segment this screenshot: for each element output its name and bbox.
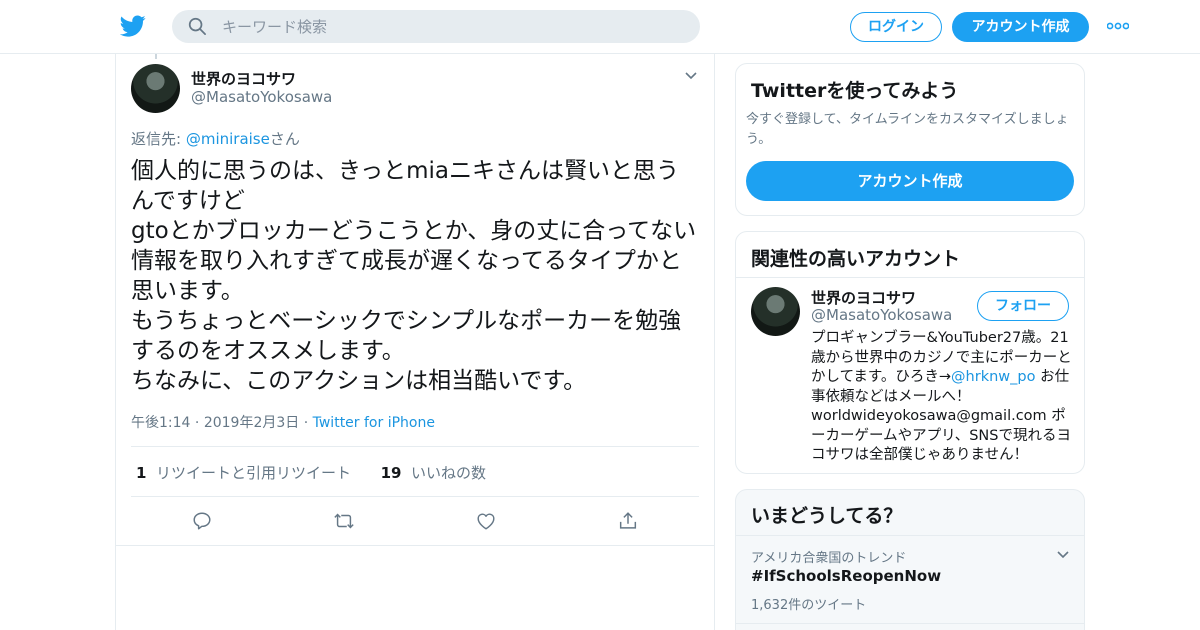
tweet-text: 個人的に思うのは、きっとmiaニキさんは賢いと思うんですけど gtoとかブロッカ… [131, 158, 697, 394]
avatar[interactable] [751, 287, 800, 336]
account-bio: プロギャンブラー&YouTuber27歳。21歳から世界中のカジノで主にポーカー… [811, 329, 1076, 466]
tweet-stats: 1 リツイートと引用リツイート 19 いいねの数 [136, 462, 486, 483]
chevron-down-icon[interactable] [1056, 550, 1070, 560]
like-stat-label: いいねの数 [410, 464, 486, 482]
reply-prefix: 返信先: [131, 130, 186, 148]
tweet-source-link[interactable]: Twitter for iPhone [313, 415, 435, 431]
tweet-timestamp: 午後1:14 · 2019年2月3日 · Twitter for iPhone [131, 412, 435, 432]
permalink-tweet: 世界のヨコサワ @MasatoYokosawa 返信先: @miniraiseさ… [116, 54, 714, 546]
like-icon[interactable] [475, 510, 497, 532]
divider [736, 535, 1084, 536]
share-icon[interactable] [617, 510, 639, 532]
related-card-title: 関連性の高いアカウント [751, 248, 961, 270]
signup-prompt-card: Twitterを使ってみよう 今すぐ登録して、タイムラインをカスタマイズしましょ… [735, 63, 1085, 216]
retweet-stat-label: リツイートと引用リツイート [155, 464, 351, 482]
trend-tweet-count: 1,632件のツイート [751, 598, 867, 613]
signup-card-title: Twitterを使ってみよう [751, 80, 959, 102]
bio-mention-link[interactable]: @hrknw_po [951, 369, 1035, 385]
top-bar: ログイン アカウント作成 [0, 0, 1200, 54]
like-count: 19 [380, 464, 402, 482]
search-input[interactable] [222, 10, 682, 43]
author-name[interactable]: 世界のヨコサワ [191, 68, 296, 89]
trend-context: アメリカ合衆国のトレンド [751, 551, 907, 566]
twitter-bird-icon[interactable] [120, 13, 146, 39]
trend-item[interactable]: #IfSchoolsReopenNow [751, 567, 941, 585]
related-accounts-card: 関連性の高いアカウント 世界のヨコサワ @MasatoYokosawa フォロー… [735, 231, 1085, 474]
signup-card-description: 今すぐ登録して、タイムラインをカスタマイズしましょう。 [746, 112, 1069, 147]
reply-mention-link[interactable]: @miniraise [186, 130, 270, 148]
trends-card-title: いまどうしてる？ [751, 505, 903, 527]
more-options-icon[interactable] [1107, 22, 1129, 30]
retweet-count: 1 [136, 464, 147, 482]
reply-icon[interactable] [191, 510, 213, 532]
tweet-date[interactable]: 2019年2月3日 [204, 415, 299, 431]
divider [131, 446, 699, 447]
search-icon [188, 17, 206, 35]
signup-button[interactable]: アカウント作成 [952, 12, 1089, 42]
account-handle[interactable]: @MasatoYokosawa [811, 306, 952, 324]
tweet-time[interactable]: 午後1:14 [131, 415, 190, 431]
reply-suffix: さん [269, 130, 300, 148]
retweet-stat[interactable]: 1 リツイートと引用リツイート [136, 464, 351, 482]
reply-context: 返信先: @miniraiseさん [131, 128, 300, 149]
follow-button[interactable]: フォロー [977, 291, 1069, 321]
retweet-icon[interactable] [333, 510, 355, 532]
divider [736, 623, 1084, 624]
account-name[interactable]: 世界のヨコサワ [811, 287, 916, 308]
divider [131, 496, 699, 497]
divider [736, 277, 1084, 278]
login-button[interactable]: ログイン [850, 12, 942, 42]
author-handle[interactable]: @MasatoYokosawa [191, 88, 332, 106]
meta-separator: · [303, 415, 313, 431]
search-bar[interactable] [172, 10, 700, 43]
chevron-down-icon[interactable] [684, 71, 698, 81]
meta-separator: · [194, 415, 204, 431]
avatar[interactable] [131, 64, 180, 113]
signup-card-button[interactable]: アカウント作成 [746, 161, 1074, 201]
like-stat[interactable]: 19 いいねの数 [381, 464, 486, 482]
tweet-column: 世界のヨコサワ @MasatoYokosawa 返信先: @miniraiseさ… [115, 54, 715, 630]
trends-card: いまどうしてる？ アメリカ合衆国のトレンド #IfSchoolsReopenNo… [735, 489, 1085, 630]
